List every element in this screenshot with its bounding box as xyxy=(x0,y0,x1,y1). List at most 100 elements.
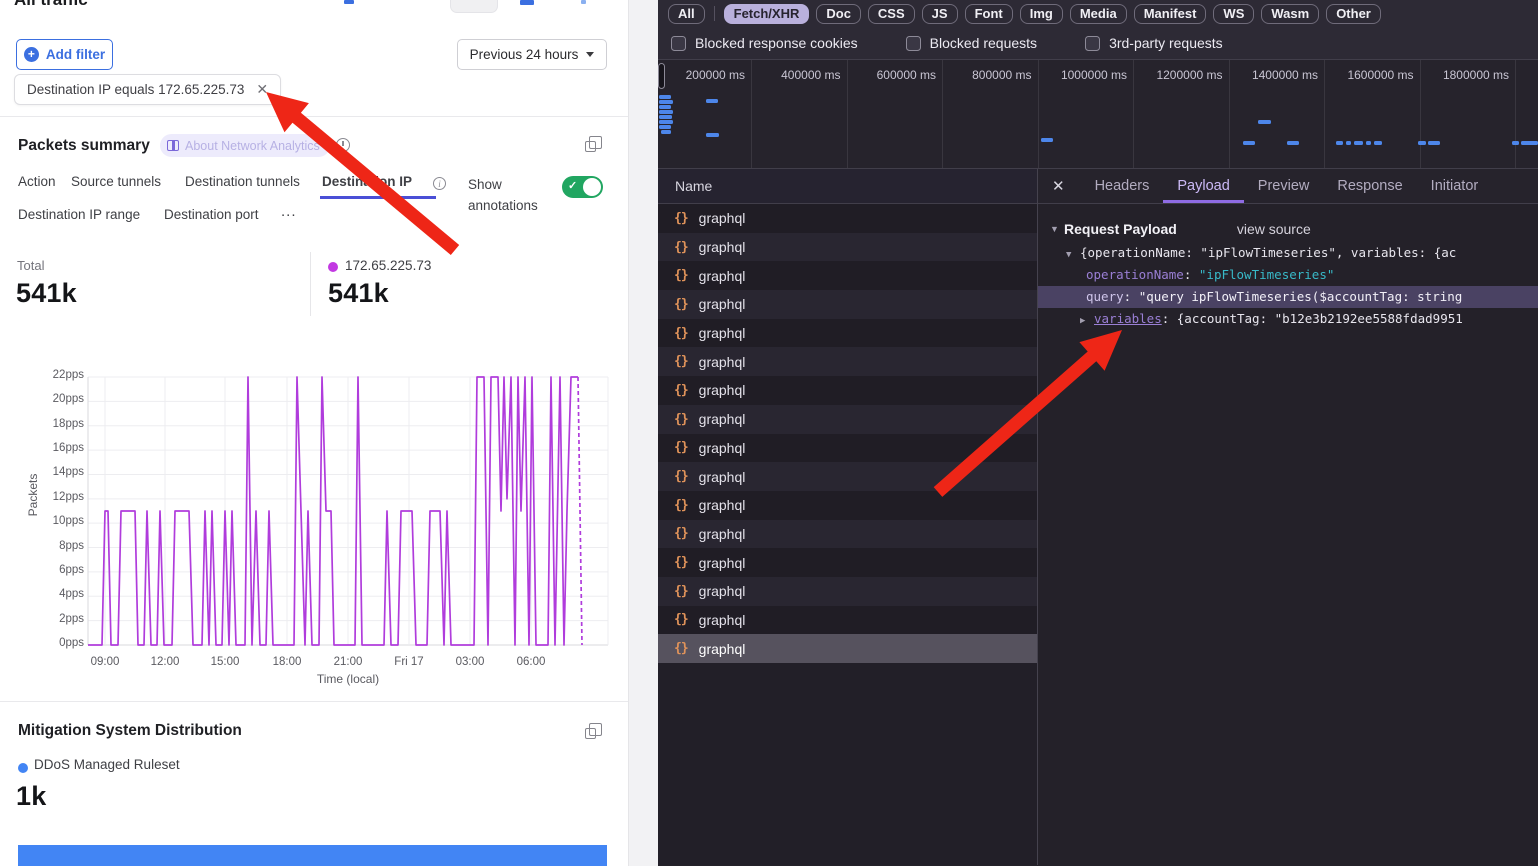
tab-action[interactable]: Action xyxy=(18,174,56,189)
request-row-graphql[interactable]: {}graphql xyxy=(658,491,1037,520)
packets-timeseries-chart[interactable]: 09:0012:0015:0018:0021:00Fri 1703:0006:0… xyxy=(84,371,624,687)
info-icon[interactable]: i xyxy=(433,177,446,190)
request-row-graphql[interactable]: {}graphql xyxy=(658,319,1037,348)
waterfall-request-bar[interactable] xyxy=(659,120,673,124)
filter-pill-css[interactable]: CSS xyxy=(868,4,915,24)
filter-pill-ws[interactable]: WS xyxy=(1213,4,1254,24)
filter-pill-js[interactable]: JS xyxy=(922,4,958,24)
waterfall-request-bar[interactable] xyxy=(659,95,671,99)
request-row-graphql[interactable]: {}graphql xyxy=(658,577,1037,606)
add-filter-button[interactable]: + Add filter xyxy=(16,39,113,70)
waterfall-request-bar[interactable] xyxy=(1374,141,1382,145)
checkbox-icon[interactable] xyxy=(906,36,921,51)
devtools-panel: All Fetch/XHR Doc CSS JS Font Img Media Manifest… xyxy=(658,0,1538,866)
detail-tab-payload[interactable]: Payload xyxy=(1163,170,1243,203)
waterfall-request-bar[interactable] xyxy=(1346,141,1351,145)
twisty-expanded-icon[interactable]: ▼ xyxy=(1066,244,1080,264)
request-row-graphql[interactable]: {}graphql xyxy=(658,233,1037,262)
detail-tab-response[interactable]: Response xyxy=(1323,170,1416,203)
detail-tab-initiator[interactable]: Initiator xyxy=(1417,170,1493,203)
app-root: All traffic + Add filter Previous 24 hou… xyxy=(0,0,1538,866)
filter-pill-all[interactable]: All xyxy=(668,4,705,24)
remove-filter-icon[interactable]: ✕ xyxy=(256,81,268,98)
view-source-link[interactable]: view source xyxy=(1237,221,1311,237)
checkbox-blocked-requests[interactable]: Blocked requests xyxy=(906,35,1037,51)
tab-destination-ip-range[interactable]: Destination IP range xyxy=(18,207,140,222)
payload-line[interactable]: ▼{operationName: "ipFlowTimeseries", var… xyxy=(1038,242,1538,264)
waterfall-request-bar[interactable] xyxy=(1521,141,1538,145)
filter-pill-img[interactable]: Img xyxy=(1020,4,1063,24)
show-annotations-label: Show annotations xyxy=(468,174,554,216)
twisty-collapsed-icon[interactable]: ▶ xyxy=(1080,310,1094,330)
request-row-graphql[interactable]: {}graphql xyxy=(658,634,1037,663)
filter-pill-other[interactable]: Other xyxy=(1326,4,1381,24)
tab-source-tunnels[interactable]: Source tunnels xyxy=(71,174,161,189)
badge-label: About Network Analytics xyxy=(185,139,320,153)
waterfall-request-bar[interactable] xyxy=(1258,120,1271,124)
waterfall-request-bar[interactable] xyxy=(659,100,673,104)
request-row-graphql[interactable]: {}graphql xyxy=(658,462,1037,491)
request-name: graphql xyxy=(699,469,746,485)
request-name: graphql xyxy=(699,325,746,341)
request-row-graphql[interactable]: {}graphql xyxy=(658,520,1037,549)
request-row-graphql[interactable]: {}graphql xyxy=(658,204,1037,233)
request-row-graphql[interactable]: {}graphql xyxy=(658,376,1037,405)
expand-panel-icon[interactable] xyxy=(585,141,596,152)
show-annotations-toggle[interactable]: ✓ xyxy=(562,176,603,198)
waterfall-request-bar[interactable] xyxy=(706,99,718,103)
payload-line[interactable]: ▶variables: {accountTag: "b12e3b2192ee55… xyxy=(1038,308,1538,330)
waterfall-request-bar[interactable] xyxy=(659,110,673,114)
waterfall-request-bar[interactable] xyxy=(661,130,671,134)
time-range-dropdown[interactable]: Previous 24 hours xyxy=(457,39,607,70)
network-overview-timeline[interactable]: 200000 ms400000 ms600000 ms800000 ms1000… xyxy=(658,60,1538,169)
x-tick-label: Fri 17 xyxy=(394,656,423,668)
tab-destination-tunnels[interactable]: Destination tunnels xyxy=(185,174,300,189)
tab-destination-port[interactable]: Destination port xyxy=(164,207,259,222)
mitigation-bar[interactable] xyxy=(18,845,607,866)
about-network-analytics-badge[interactable]: About Network Analytics xyxy=(160,134,330,157)
waterfall-request-bar[interactable] xyxy=(1512,141,1519,145)
detail-tab-preview[interactable]: Preview xyxy=(1244,170,1324,203)
detail-tab-headers[interactable]: Headers xyxy=(1081,170,1164,203)
expand-panel-icon[interactable] xyxy=(585,728,596,739)
name-column-header[interactable]: Name xyxy=(658,169,1037,204)
filter-chip[interactable]: Destination IP equals 172.65.225.73 ✕ xyxy=(14,74,281,105)
request-row-graphql[interactable]: {}graphql xyxy=(658,347,1037,376)
payload-line[interactable]: operationName: "ipFlowTimeseries" xyxy=(1038,264,1538,286)
filter-pill-fetch-xhr[interactable]: Fetch/XHR xyxy=(724,4,810,24)
more-tabs-button[interactable]: ... xyxy=(281,203,297,220)
payload-line[interactable]: query: "query ipFlowTimeseries($accountT… xyxy=(1038,286,1538,308)
request-row-graphql[interactable]: {}graphql xyxy=(658,548,1037,577)
waterfall-request-bar[interactable] xyxy=(1287,141,1299,145)
request-row-graphql[interactable]: {}graphql xyxy=(658,606,1037,635)
filter-pill-manifest[interactable]: Manifest xyxy=(1134,4,1207,24)
filter-pill-media[interactable]: Media xyxy=(1070,4,1127,24)
waterfall-request-bar[interactable] xyxy=(1243,141,1255,145)
checkbox-3rd-party-requests[interactable]: 3rd-party requests xyxy=(1085,35,1223,51)
waterfall-request-bar[interactable] xyxy=(706,133,719,137)
request-row-graphql[interactable]: {}graphql xyxy=(658,290,1037,319)
request-row-graphql[interactable]: {}graphql xyxy=(658,261,1037,290)
filter-pill-wasm[interactable]: Wasm xyxy=(1261,4,1319,24)
waterfall-request-bar[interactable] xyxy=(1336,141,1343,145)
waterfall-request-bar[interactable] xyxy=(659,125,671,129)
close-icon[interactable]: ✕ xyxy=(1052,177,1065,195)
filter-pill-font[interactable]: Font xyxy=(965,4,1013,24)
waterfall-request-bar[interactable] xyxy=(1366,141,1371,145)
waterfall-request-bar[interactable] xyxy=(659,115,672,119)
waterfall-request-bar[interactable] xyxy=(1418,141,1426,145)
waterfall-request-bar[interactable] xyxy=(1041,138,1053,142)
tab-destination-ip[interactable]: Destination IP xyxy=(322,174,412,189)
request-row-graphql[interactable]: {}graphql xyxy=(658,405,1037,434)
waterfall-request-bar[interactable] xyxy=(1428,141,1440,145)
request-row-graphql[interactable]: {}graphql xyxy=(658,434,1037,463)
checkbox-blocked-response-cookies[interactable]: Blocked response cookies xyxy=(671,35,858,51)
checkbox-icon[interactable] xyxy=(1085,36,1100,51)
analytics-panel: All traffic + Add filter Previous 24 hou… xyxy=(0,0,628,866)
waterfall-request-bar[interactable] xyxy=(1354,141,1363,145)
filter-pill-doc[interactable]: Doc xyxy=(816,4,861,24)
checkbox-icon[interactable] xyxy=(671,36,686,51)
twisty-expanded-icon[interactable]: ▼ xyxy=(1050,224,1064,234)
waterfall-request-bar[interactable] xyxy=(659,105,671,109)
y-tick-label: 18pps xyxy=(38,418,84,430)
